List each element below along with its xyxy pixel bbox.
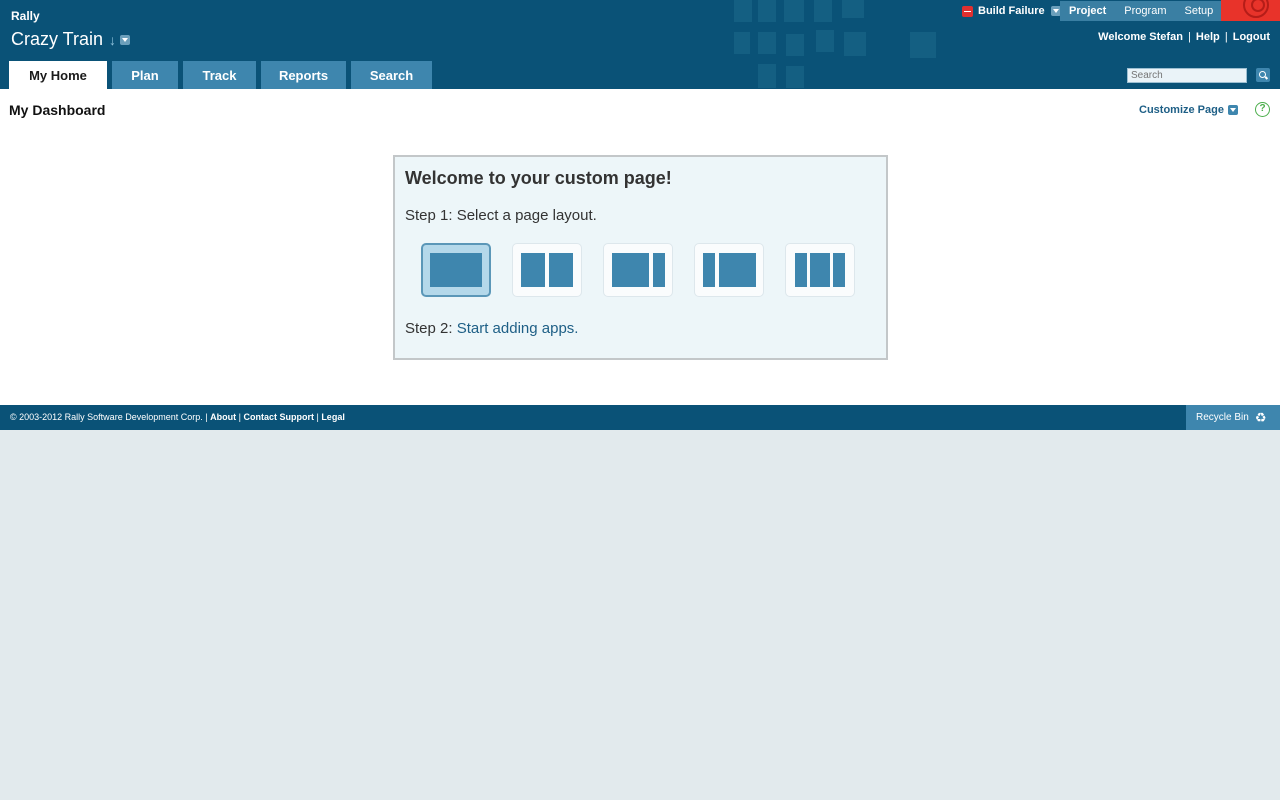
customize-page-label: Customize Page [1139,104,1224,116]
layout-column-block [430,253,482,287]
chevron-down-icon[interactable] [1227,105,1238,115]
layout-column-block [833,253,845,287]
workspace-name: Crazy Train [11,29,104,49]
layout-one-column[interactable] [421,243,491,297]
top-nav: Project Program Setup [1060,1,1221,21]
start-adding-apps-link[interactable]: Start adding apps. [457,320,579,337]
page-title: My Dashboard [9,102,106,118]
footer: © 2003-2012 Rally Software Development C… [0,405,1280,430]
header-decoration [786,66,804,88]
header-decoration [734,0,752,22]
footer-links: © 2003-2012 Rally Software Development C… [10,412,345,422]
step1-text: Step 1: Select a page layout. [405,207,597,224]
recycle-bin-label: Recycle Bin [1196,412,1249,423]
main-tabs: My Home Plan Track Reports Search [9,61,437,89]
header-decoration [816,30,834,52]
header-decoration [758,32,776,54]
down-arrow-icon: ↓ [109,31,117,48]
footer-about-link[interactable]: About [210,412,236,422]
logout-link[interactable]: Logout [1233,31,1270,43]
layout-column-block [549,253,573,287]
tab-track[interactable]: Track [183,61,256,89]
header-decoration [734,32,750,54]
layout-two-columns[interactable] [512,243,582,297]
layout-column-block [702,253,715,287]
build-status[interactable]: Build Failure [952,1,1069,21]
footer-contact-support-link[interactable]: Contact Support [243,412,314,422]
customize-page-button[interactable]: Customize Page [1139,104,1238,116]
header-decoration [910,32,936,58]
app-header: Rally Crazy Train ↓ Build Failure Projec… [0,0,1280,89]
build-status-label: Build Failure [978,5,1045,17]
welcome-panel: Welcome to your custom page! Step 1: Sel… [393,155,888,360]
tab-my-home[interactable]: My Home [9,61,107,89]
tab-plan[interactable]: Plan [112,61,178,89]
header-decoration [814,0,832,22]
search-icon[interactable] [1256,68,1270,82]
user-bar: Welcome Stefan | Help | Logout [1098,31,1270,43]
help-icon[interactable]: ? [1255,102,1270,117]
header-decoration [784,0,804,22]
step2-text: Step 2: Start adding apps. [405,320,579,337]
footer-legal-link[interactable]: Legal [321,412,345,422]
top-nav-project[interactable]: Project [1060,5,1115,17]
recycle-bin-button[interactable]: Recycle Bin ♻ [1186,405,1280,430]
header-decoration [842,0,864,18]
main-content: My Dashboard Customize Page ? Welcome to… [0,89,1280,405]
welcome-user: Welcome Stefan [1098,31,1183,43]
help-link[interactable]: Help [1196,31,1220,43]
layout-narrow-wide[interactable] [694,243,764,297]
header-decoration [758,64,776,88]
tab-reports[interactable]: Reports [261,61,346,89]
welcome-title: Welcome to your custom page! [405,168,672,188]
app-name: Rally [11,9,40,23]
header-decoration [758,0,776,22]
layout-column-block [810,253,830,287]
header-decoration [786,34,804,56]
search-input[interactable] [1127,68,1247,83]
top-nav-program[interactable]: Program [1115,5,1175,17]
top-nav-setup[interactable]: Setup [1175,5,1222,17]
layout-column-block [611,253,649,287]
layout-three-columns[interactable] [785,243,855,297]
brand-corner-logo [1221,0,1280,21]
recycle-icon: ♻ [1254,409,1267,425]
header-decoration [844,32,866,56]
layout-wide-narrow[interactable] [603,243,673,297]
copyright-text: © 2003-2012 Rally Software Development C… [10,412,203,422]
layout-column-block [652,253,665,287]
layout-column-block [718,253,756,287]
chevron-down-icon[interactable] [120,34,131,45]
workspace-selector[interactable]: Crazy Train ↓ [11,29,131,50]
layout-column-block [521,253,545,287]
tab-search[interactable]: Search [351,61,432,89]
layout-column-block [795,253,807,287]
layout-options [421,243,876,297]
build-failure-icon [962,5,973,17]
